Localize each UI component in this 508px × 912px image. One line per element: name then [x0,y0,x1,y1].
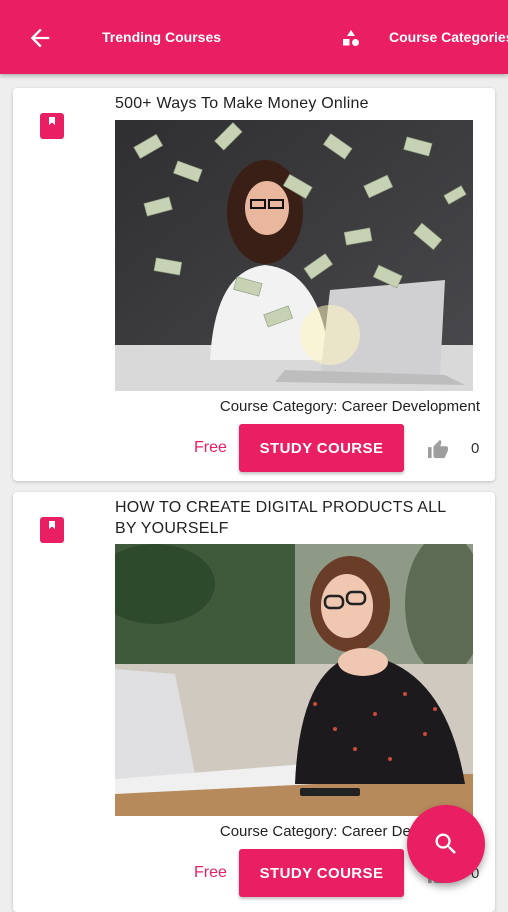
page-title: Trending Courses [102,29,222,45]
search-button[interactable] [407,805,485,883]
price-label: Free [194,439,227,456]
shapes-icon[interactable] [342,29,360,47]
course-image[interactable] [115,120,473,391]
study-course-button[interactable]: STUDY COURSE [239,849,404,897]
like-count: 0 [471,440,480,457]
book-icon [40,517,64,543]
course-image[interactable] [115,544,473,816]
course-title: 500+ Ways To Make Money Online [115,95,369,112]
study-course-button[interactable]: STUDY COURSE [239,424,404,472]
course-card: 500+ Ways To Make Money Online Course Ca… [13,88,495,481]
thumbs-up-icon[interactable] [427,439,449,459]
course-categories-link[interactable]: Course Categories [389,29,508,45]
course-category: Course Category: Career Development [219,398,480,415]
app-bar: Trending Courses Course Categories [0,0,508,74]
book-icon [40,113,64,139]
course-title: HOW TO CREATE DIGITAL PRODUCTS ALL BY YO… [115,499,446,537]
arrow-back-icon[interactable] [26,24,54,52]
price-label: Free [194,864,227,881]
search-icon [435,833,456,854]
